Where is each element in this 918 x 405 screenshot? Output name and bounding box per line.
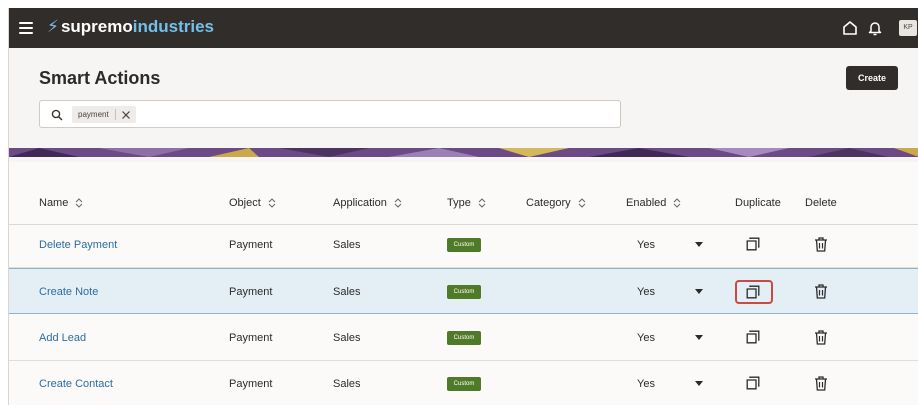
chevron-down-icon[interactable]	[695, 289, 703, 295]
enabled-select[interactable]: Yes	[637, 361, 655, 405]
search-icon	[51, 109, 63, 121]
type-cell: Custom	[447, 361, 481, 405]
duplicate-button-highlighted[interactable]	[735, 280, 773, 304]
object-cell: Payment	[229, 378, 273, 390]
trash-icon[interactable]	[814, 330, 828, 345]
duplicate-button[interactable]	[735, 326, 773, 350]
decorative-banner	[9, 148, 918, 157]
duplicate-icon[interactable]	[746, 330, 760, 344]
enabled-select[interactable]: Yes	[637, 269, 655, 315]
chevron-down-icon[interactable]	[695, 335, 703, 341]
sort-icon[interactable]	[578, 198, 586, 208]
action-name-link[interactable]: Add Lead	[39, 315, 86, 361]
table-row[interactable]: Create Contact Payment Sales Custom Yes	[9, 361, 918, 405]
user-avatar[interactable]: KP	[899, 20, 917, 36]
column-header-name[interactable]: Name	[39, 197, 83, 209]
top-bar: ⚡ supremo industries KP	[9, 8, 918, 48]
type-badge: Custom	[447, 377, 481, 392]
home-icon[interactable]	[841, 19, 859, 37]
create-button[interactable]: Create	[846, 66, 898, 90]
table-row[interactable]: Add Lead Payment Sales Custom Yes	[9, 315, 918, 361]
enabled-select[interactable]: Yes	[637, 222, 655, 268]
duplicate-icon[interactable]	[746, 285, 760, 299]
application-cell: Sales	[333, 286, 361, 298]
trash-icon[interactable]	[814, 237, 828, 252]
object-cell: Payment	[229, 332, 273, 344]
sort-icon[interactable]	[75, 198, 83, 208]
search-input[interactable]: payment	[39, 100, 621, 128]
type-cell: Custom	[447, 269, 481, 315]
close-icon[interactable]	[121, 110, 131, 120]
object-cell: Payment	[229, 286, 273, 298]
page-title: Smart Actions	[39, 68, 161, 88]
duplicate-button[interactable]	[735, 372, 773, 396]
trash-icon[interactable]	[814, 284, 828, 299]
filter-chip: payment	[72, 106, 136, 123]
action-name-link[interactable]: Delete Payment	[39, 222, 117, 268]
type-cell: Custom	[447, 315, 481, 361]
column-header-category[interactable]: Category	[526, 197, 586, 209]
application-cell: Sales	[333, 239, 361, 251]
object-cell: Payment	[229, 239, 273, 251]
chevron-down-icon[interactable]	[695, 242, 703, 248]
application-cell: Sales	[333, 378, 361, 390]
bolt-icon: ⚡	[47, 17, 59, 36]
sort-icon[interactable]	[673, 198, 681, 208]
type-badge: Custom	[447, 285, 481, 300]
smart-actions-table: Name Object Application Type Category En…	[9, 162, 918, 405]
trash-icon[interactable]	[814, 376, 828, 391]
app-frame: ⚡ supremo industries KP Smart Actions Cr…	[8, 8, 918, 405]
application-cell: Sales	[333, 332, 361, 344]
sort-icon[interactable]	[268, 198, 276, 208]
duplicate-icon[interactable]	[746, 376, 760, 390]
sort-icon[interactable]	[478, 198, 486, 208]
duplicate-icon[interactable]	[746, 237, 760, 251]
logo-text-accent: industries	[132, 17, 214, 36]
column-header-application[interactable]: Application	[333, 197, 402, 209]
duplicate-button[interactable]	[735, 233, 773, 257]
action-name-link[interactable]: Create Note	[39, 269, 98, 315]
logo-text-primary: supremo	[60, 17, 133, 36]
filter-chip-label: payment	[78, 110, 109, 119]
bell-icon[interactable]	[867, 19, 883, 37]
column-header-duplicate: Duplicate	[735, 197, 781, 209]
menu-icon[interactable]	[19, 22, 33, 34]
table-row[interactable]: Delete Payment Payment Sales Custom Yes	[9, 222, 918, 268]
table-row-selected[interactable]: Create Note Payment Sales Custom Yes	[9, 268, 918, 314]
sort-icon[interactable]	[394, 198, 402, 208]
column-header-enabled[interactable]: Enabled	[626, 197, 681, 209]
type-badge: Custom	[447, 238, 481, 253]
type-badge: Custom	[447, 331, 481, 346]
chevron-down-icon[interactable]	[695, 381, 703, 387]
app-logo[interactable]: ⚡ supremo industries	[47, 17, 214, 37]
column-header-delete: Delete	[805, 197, 837, 209]
type-cell: Custom	[447, 222, 481, 268]
enabled-select[interactable]: Yes	[637, 315, 655, 361]
action-name-link[interactable]: Create Contact	[39, 361, 113, 405]
column-header-type[interactable]: Type	[447, 197, 486, 209]
column-header-object[interactable]: Object	[229, 197, 276, 209]
